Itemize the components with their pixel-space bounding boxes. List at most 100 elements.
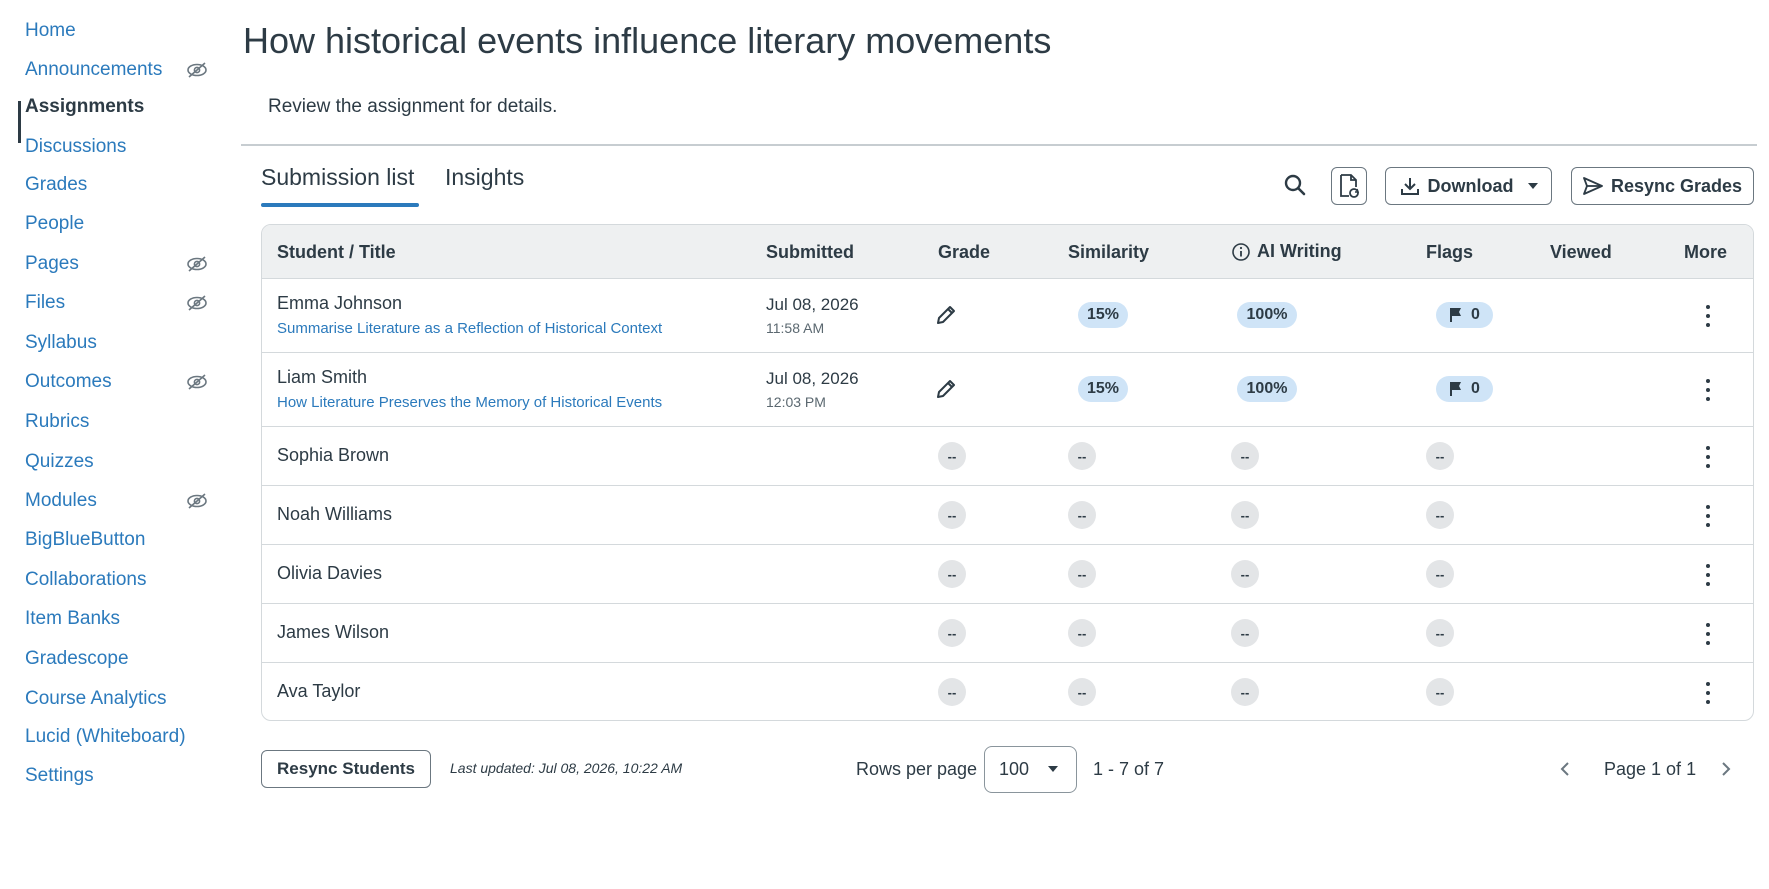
resync-students-button[interactable]: Resync Students [261,750,431,788]
more-options-button[interactable] [1698,562,1718,588]
nav-item-grades[interactable]: Grades [25,169,87,201]
submitted-time: 12:03 PM [766,394,826,410]
submission-title-link[interactable]: Summarise Literature as a Reflection of … [277,320,662,337]
eye-slash-icon [186,490,208,512]
table-row: Emma Johnson Summarise Literature as a R… [262,279,1753,353]
similarity-empty: -- [1068,560,1096,588]
similarity-badge[interactable]: 15% [1078,376,1128,402]
table-row: Sophia Brown -- -- -- -- [262,427,1753,486]
student-name: Olivia Davies [277,563,383,583]
chevron-left-icon [1560,762,1569,776]
rows-per-page-value: 100 [999,759,1030,779]
nav-item-syllabus[interactable]: Syllabus [25,327,97,359]
nav-item-item-banks[interactable]: Item Banks [25,603,120,635]
column-header-submitted: Submitted [766,242,854,262]
nav-item-bigbluebutton[interactable]: BigBlueButton [25,524,145,556]
nav-item-modules[interactable]: Modules [25,485,97,517]
flags-badge[interactable]: 0 [1436,376,1493,402]
nav-item-people[interactable]: People [25,208,84,240]
nav-item-quizzes[interactable]: Quizzes [25,446,94,478]
nav-item-announcements[interactable]: Announcements [25,54,162,86]
flags-empty: -- [1426,678,1454,706]
more-options-button[interactable] [1698,444,1718,470]
resync-grades-label: Resync Grades [1610,175,1743,196]
grade-empty: -- [938,442,966,470]
last-updated-text: Last updated: Jul 08, 2026, 10:22 AM [450,760,683,776]
nav-item-rubrics[interactable]: Rubrics [25,406,89,438]
download-button[interactable]: Download [1385,167,1552,205]
page-title: How historical events influence literary… [243,20,1052,61]
resync-grades-button[interactable]: Resync Grades [1571,167,1754,205]
table-row: Liam Smith How Literature Preserves the … [262,353,1753,427]
download-label: Download [1427,175,1514,196]
ai-writing-badge[interactable]: 100% [1237,376,1297,402]
similarity-empty: -- [1068,442,1096,470]
grade-empty: -- [938,560,966,588]
column-header-similarity: Similarity [1068,242,1150,262]
grade-empty: -- [938,501,966,529]
grade-empty: -- [938,619,966,647]
nav-item-outcomes[interactable]: Outcomes [25,366,112,398]
nav-item-discussions[interactable]: Discussions [25,131,126,163]
nav-item-assignments[interactable]: Assignments [25,91,144,123]
ai-writing-header-label: AI Writing [1257,241,1342,261]
tab-insights[interactable]: Insights [445,164,524,191]
similarity-badge[interactable]: 15% [1078,302,1128,328]
header-divider [241,144,1757,146]
next-page-button[interactable] [1713,756,1739,782]
edit-grade-button[interactable] [932,375,960,403]
flags-empty: -- [1426,501,1454,529]
student-name: Sophia Brown [277,445,390,465]
ai-writing-empty: -- [1231,619,1259,647]
nav-item-pages[interactable]: Pages [25,248,79,280]
tab-submission-list[interactable]: Submission list [261,164,414,191]
nav-item-files[interactable]: Files [25,287,65,319]
more-options-button[interactable] [1698,680,1718,706]
nav-item-lucid-whiteboard[interactable]: Lucid (Whiteboard) [25,721,186,753]
table-header: Student / Title Submitted Grade Similari… [262,225,1753,279]
table-row: James Wilson -- -- -- -- [262,604,1753,663]
nav-item-collaborations[interactable]: Collaborations [25,564,146,596]
edit-grade-button[interactable] [932,301,960,329]
search-button[interactable] [1280,170,1310,200]
column-header-grade: Grade [938,242,991,262]
submitted-date: Jul 08, 2026 [766,369,859,388]
column-header-ai-writing: AI Writing [1231,241,1342,262]
search-icon [1284,174,1306,196]
nav-item-settings[interactable]: Settings [25,760,94,792]
nav-item-gradescope[interactable]: Gradescope [25,643,129,675]
more-options-button[interactable] [1698,503,1718,529]
flags-count: 0 [1471,380,1480,397]
table-row: Ava Taylor -- -- -- -- [262,663,1753,720]
column-header-more: More [1684,242,1728,262]
column-header-student: Student / Title [277,242,396,262]
active-nav-indicator [18,101,21,143]
nav-item-course-analytics[interactable]: Course Analytics [25,683,167,715]
submitted-time: 11:58 AM [766,320,825,336]
more-options-button[interactable] [1698,377,1718,403]
info-icon[interactable] [1231,242,1251,262]
rows-per-page-select[interactable]: 100 [984,746,1077,793]
ai-writing-empty: -- [1231,678,1259,706]
table-row: Olivia Davies -- -- -- -- [262,545,1753,604]
pagination-range: 1 - 7 of 7 [1093,759,1165,779]
ai-writing-badge[interactable]: 100% [1237,302,1297,328]
previous-page-button[interactable] [1552,756,1578,782]
download-icon [1400,178,1419,195]
file-refresh-button[interactable] [1331,167,1367,205]
similarity-empty: -- [1068,619,1096,647]
column-header-viewed: Viewed [1550,242,1612,262]
pencil-icon [937,380,955,398]
flag-icon [1450,382,1462,396]
grade-empty: -- [938,678,966,706]
submission-title-link[interactable]: How Literature Preserves the Memory of H… [277,394,662,411]
flags-badge[interactable]: 0 [1436,302,1493,328]
more-options-button[interactable] [1698,621,1718,647]
student-name: Ava Taylor [277,681,361,701]
course-nav-sidebar: Home Announcements Assignments Discussio… [0,0,220,889]
nav-item-home[interactable]: Home [25,15,76,47]
flags-empty: -- [1426,560,1454,588]
student-name: Emma Johnson [277,293,403,313]
more-options-button[interactable] [1698,303,1718,329]
eye-slash-icon [186,253,208,275]
